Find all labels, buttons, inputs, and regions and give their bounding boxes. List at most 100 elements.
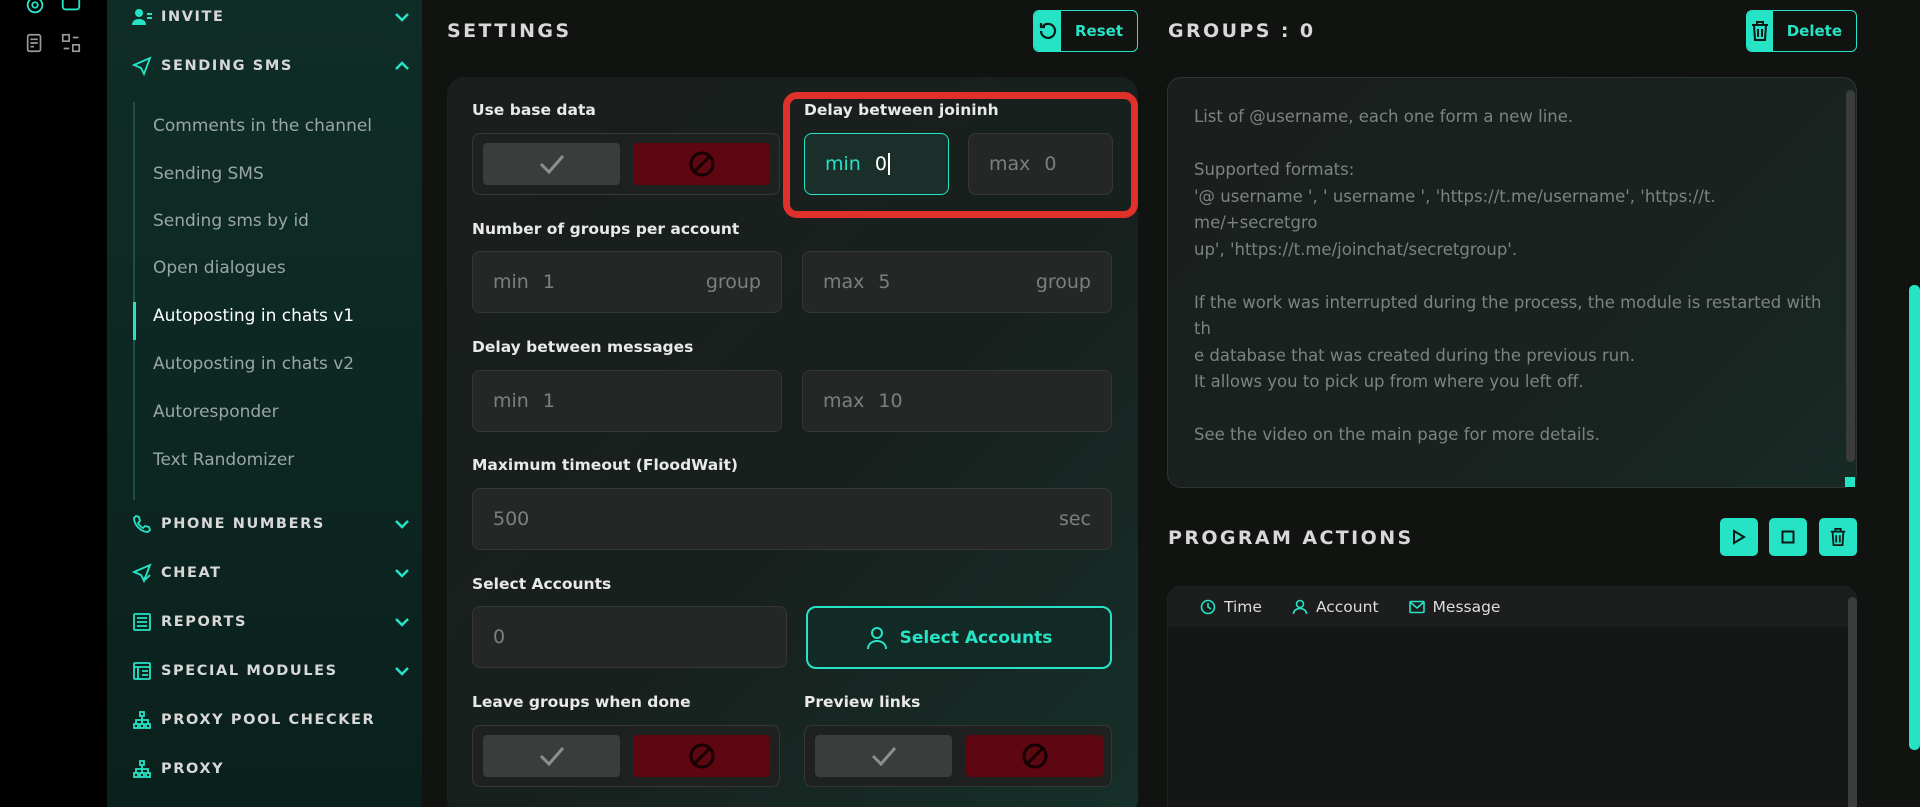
use-base-data-toggle[interactable] [472,133,780,195]
program-actions-title: PROGRAM ACTIONS [1168,527,1414,549]
page-scrollbar[interactable] [1909,285,1920,750]
sidebar-section-reports[interactable]: REPORTS [131,607,411,637]
checklist-icon[interactable] [24,32,46,54]
chevron-up-icon [395,61,409,70]
chevron-down-icon [395,520,409,529]
textarea-scrollbar[interactable] [1846,90,1855,462]
preview-links-toggle[interactable] [804,725,1112,787]
log-scrollbar[interactable] [1848,597,1857,807]
check-icon[interactable] [483,143,620,185]
stop-icon [1781,530,1795,544]
groups-per-account-min-input[interactable]: min 1 group [472,251,782,313]
log-header: Time Account Message [1168,587,1856,627]
chevron-down-icon [395,13,409,22]
reset-label: Reset [1075,22,1123,40]
max-value: 10 [878,390,903,412]
column-time[interactable]: Time [1200,598,1262,616]
modules-icon [131,660,153,682]
preview-links-label: Preview links [804,693,921,711]
max-timeout-label: Maximum timeout (FloodWait) [472,456,738,474]
unit-label: group [705,271,761,293]
sidebar-item-text-randomizer[interactable]: Text Randomizer [153,447,294,473]
ban-icon[interactable] [966,735,1103,777]
trash-icon [1747,11,1773,51]
stop-button[interactable] [1769,518,1807,556]
play-button[interactable] [1720,518,1758,556]
sidebar-section-title: PROXY POOL CHECKER [161,712,376,728]
send-check-icon [131,562,153,584]
sidebar-item-autoposting-v1[interactable]: Autoposting in chats v1 [153,303,354,329]
unit-label: group [1035,271,1091,293]
check-icon[interactable] [483,735,620,777]
sidebar-section-title: SENDING SMS [161,58,293,74]
groups-textarea[interactable]: List of @username, each one form a new l… [1167,77,1857,488]
clock-icon [1200,599,1216,615]
sidebar-section-title: PHONE NUMBERS [161,516,325,532]
refresh-icon [1034,11,1061,51]
select-accounts-label: Select Accounts [472,575,612,593]
sidebar-section-invite[interactable]: INVITE [131,2,411,32]
column-message[interactable]: Message [1408,598,1501,616]
swap-icon[interactable] [60,32,82,54]
user-icon [1292,599,1308,615]
sidebar-section-title: PROXY [161,761,225,777]
mail-icon [1408,600,1425,614]
active-item-indicator [133,302,136,340]
clear-log-button[interactable] [1819,518,1857,556]
sidebar-section-phone-numbers[interactable]: PHONE NUMBERS [131,509,411,539]
groups-title: GROUPS : 0 [1168,20,1316,42]
max-prefix: max [823,390,865,412]
user-icon [866,626,887,649]
accounts-count-input[interactable]: 0 [472,606,787,668]
sidebar-section-title: CHEAT [161,565,222,581]
sidebar-item-comments[interactable]: Comments in the channel [153,113,372,139]
leave-groups-toggle[interactable] [472,725,780,787]
code-icon[interactable] [60,0,82,14]
sidebar-section-proxy[interactable]: PROXY [131,754,411,784]
sidebar-item-open-dialogues[interactable]: Open dialogues [153,255,286,281]
settings-title: SETTINGS [447,20,572,42]
check-icon[interactable] [815,735,952,777]
groups-per-account-max-input[interactable]: max 5 group [802,251,1112,313]
sidebar-section-sending-sms[interactable]: SENDING SMS [131,51,411,81]
use-base-data-label: Use base data [472,101,596,119]
sidebar-item-sending-sms-by-id[interactable]: Sending sms by id [153,208,309,234]
timeout-value: 500 [493,508,530,530]
ban-icon[interactable] [633,143,770,185]
chevron-down-icon [395,569,409,578]
sidebar-section-cheat[interactable]: CHEAT [131,558,411,588]
sidebar-section-title: INVITE [161,9,225,25]
delay-messages-max-input[interactable]: max 10 [802,370,1112,432]
min-prefix: min [493,271,529,293]
trash-icon [1830,528,1846,546]
report-icon [131,611,153,633]
sidebar-item-autoresponder[interactable]: Autoresponder [153,399,279,425]
left-rail [0,0,107,807]
select-accounts-button[interactable]: Select Accounts [806,606,1112,669]
delay-messages-min-input[interactable]: min 1 [472,370,782,432]
ban-icon[interactable] [633,735,770,777]
groups-per-account-label: Number of groups per account [472,220,740,238]
chevron-down-icon [395,618,409,627]
gear-icon[interactable] [24,0,46,16]
sidebar-section-title: REPORTS [161,614,248,630]
resize-handle[interactable] [1845,477,1855,487]
column-account[interactable]: Account [1292,598,1379,616]
select-accounts-label: Select Accounts [899,627,1053,648]
max-value: 5 [878,271,891,293]
max-timeout-input[interactable]: 500 sec [472,488,1112,550]
min-prefix: min [493,390,529,412]
column-message-label: Message [1432,598,1501,616]
play-icon [1733,529,1746,545]
highlight-box [783,92,1138,218]
accounts-count: 0 [493,626,506,648]
sidebar-item-autoposting-v2[interactable]: Autoposting in chats v2 [153,351,354,377]
network-icon [131,709,153,731]
user-plus-icon [131,6,153,28]
submenu-line [133,102,135,500]
delete-button[interactable]: Delete [1746,10,1857,52]
reset-button[interactable]: Reset [1033,10,1138,52]
sidebar-item-sending-sms[interactable]: Sending SMS [153,161,264,187]
sidebar-section-proxy-pool-checker[interactable]: PROXY POOL CHECKER [131,705,411,735]
sidebar-section-special-modules[interactable]: SPECIAL MODULES [131,656,411,686]
